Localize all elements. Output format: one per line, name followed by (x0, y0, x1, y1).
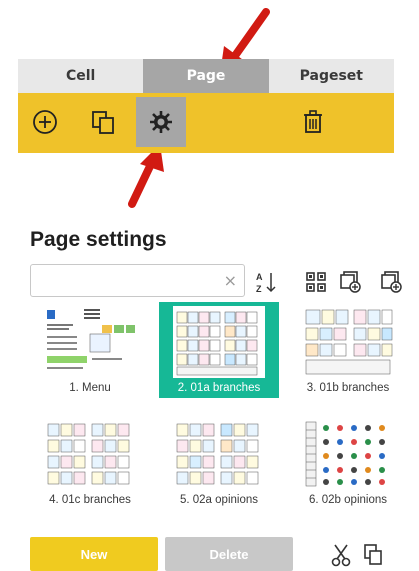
trash-icon (304, 110, 322, 133)
grid-view-icon (306, 272, 326, 292)
add-page-alt-button[interactable] (381, 270, 403, 294)
page-card-label: 6. 02b opinions (308, 494, 387, 506)
copy-icon (364, 544, 382, 565)
page-card-label: 2. 01a branches (177, 382, 261, 394)
page-card-label: 3. 01b branches (306, 382, 390, 394)
search-input[interactable] (37, 265, 217, 296)
page-card-02a-opinions[interactable]: 5. 02a opinions (159, 414, 279, 510)
page-card-label: 4. 01c branches (49, 494, 131, 506)
page-thumbnail (302, 418, 394, 490)
delete-page-button-bottom[interactable]: Delete (165, 537, 293, 571)
page-thumbnail (44, 418, 136, 490)
page-card-menu[interactable]: 1. Menu (30, 302, 150, 398)
page-card-02b-opinions[interactable]: 6. 02b opinions (288, 414, 408, 510)
tab-page[interactable]: Page (143, 59, 269, 93)
delete-page-button[interactable] (288, 97, 338, 147)
cut-icon (331, 544, 351, 567)
page-card-label: 5. 02a opinions (179, 494, 258, 506)
sort-button[interactable]: A Z (255, 270, 277, 294)
page-card-label: 1. Menu (69, 382, 111, 394)
add-page-icon (340, 271, 361, 293)
search-box: × (30, 264, 245, 297)
copy-page-button[interactable] (78, 97, 128, 147)
page-card-01b-branches[interactable]: 3. 01b branches (288, 302, 408, 398)
copy-button-bottom[interactable] (362, 543, 384, 567)
page-card-01a-branches[interactable]: 2. 01a branches (159, 302, 279, 398)
add-page-button[interactable] (20, 97, 70, 147)
page-thumbnail (302, 306, 394, 378)
page-thumbnail (173, 306, 265, 378)
copy-icon (92, 111, 114, 134)
svg-text:A: A (256, 272, 263, 282)
sort-az-icon: A Z (256, 272, 276, 294)
page-toolbar (18, 93, 394, 153)
add-circle-icon (33, 110, 57, 134)
clear-search-icon[interactable]: × (224, 271, 237, 290)
add-page-panel-button[interactable] (340, 270, 362, 294)
page-thumbnail (173, 418, 265, 490)
page-settings-button[interactable] (136, 97, 186, 147)
cut-button[interactable] (330, 543, 352, 567)
tab-cell[interactable]: Cell (18, 59, 143, 93)
grid-view-button[interactable] (305, 270, 327, 294)
tab-bar: Cell Page Pageset (18, 59, 394, 93)
gear-icon (150, 111, 172, 133)
new-page-button[interactable]: New (30, 537, 158, 571)
page-thumbnail (44, 306, 136, 378)
page-settings-title: Page settings (30, 228, 167, 251)
svg-text:Z: Z (256, 284, 262, 294)
page-card-01c-branches[interactable]: 4. 01c branches (30, 414, 150, 510)
page-thumbnail-grid: 1. Menu 2. 01a branches 3. 01b branches … (30, 302, 419, 526)
tab-pageset[interactable]: Pageset (269, 59, 394, 93)
add-page-alt-icon (381, 271, 402, 293)
